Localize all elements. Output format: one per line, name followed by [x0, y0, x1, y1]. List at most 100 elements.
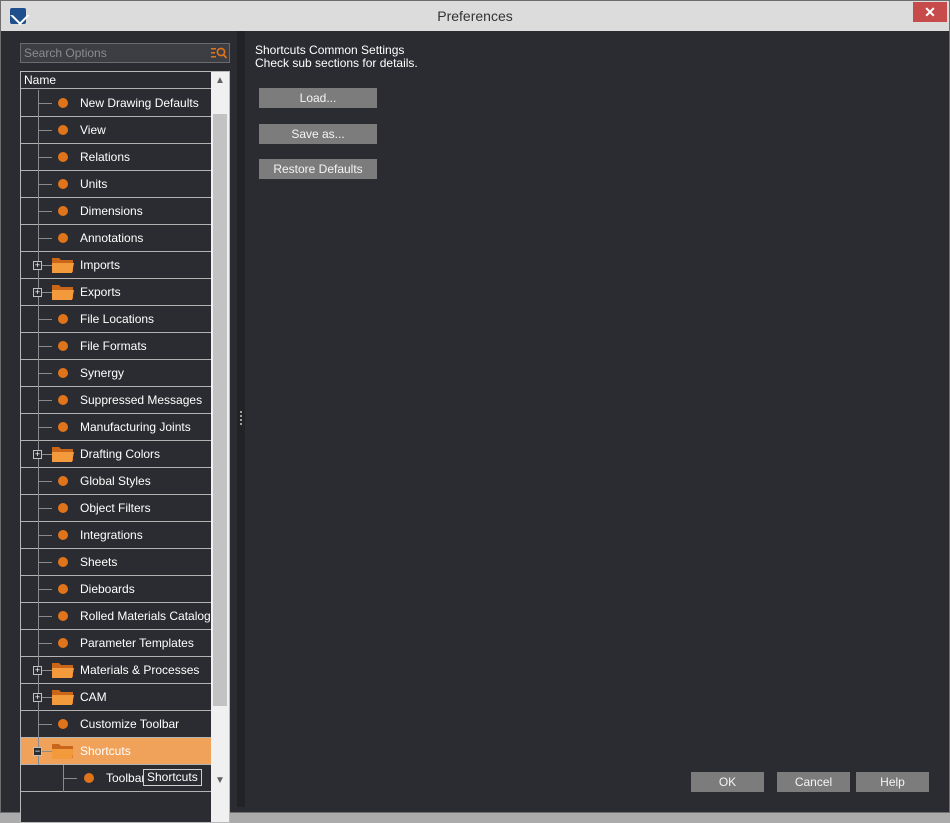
scroll-thumb[interactable]	[213, 114, 227, 706]
tree-item[interactable]: Object Filters	[21, 495, 211, 522]
tree-item[interactable]: Dimensions	[21, 198, 211, 225]
tree-item[interactable]: Dieboards	[21, 576, 211, 603]
cancel-button[interactable]: Cancel	[777, 772, 850, 792]
tree-item[interactable]: + Imports	[21, 252, 211, 279]
tree-item[interactable]: Rolled Materials Catalog	[21, 603, 211, 630]
tree-item-label: Dimensions	[80, 204, 143, 218]
options-tree[interactable]: Name New Drawing Defaults View Relations Un…	[20, 71, 230, 823]
option-dot-icon	[58, 98, 68, 108]
scroll-down-icon[interactable]: ▼	[211, 772, 229, 789]
tree-connector-line	[38, 319, 52, 320]
tree-item[interactable]: + Drafting Colors	[21, 441, 211, 468]
tree-scrollbar[interactable]: ▲ ▼	[211, 72, 229, 822]
tree-item-label: Suppressed Messages	[80, 393, 203, 407]
option-dot-icon	[58, 395, 68, 405]
ok-button[interactable]: OK	[691, 772, 764, 792]
section-title: Shortcuts Common Settings	[255, 43, 405, 57]
folder-icon	[52, 690, 74, 705]
tree-connector-line	[38, 616, 52, 617]
tree-item[interactable]: Relations	[21, 144, 211, 171]
folder-icon	[52, 447, 74, 462]
tree-item[interactable]: Annotations	[21, 225, 211, 252]
expand-icon[interactable]: +	[33, 261, 42, 270]
help-button[interactable]: Help	[856, 772, 929, 792]
tree-item[interactable]: + Materials & Processes	[21, 657, 211, 684]
option-dot-icon	[58, 314, 68, 324]
tree-item[interactable]: File Locations	[21, 306, 211, 333]
tree-connector-line	[38, 157, 52, 158]
tree-item-label: Rolled Materials Catalog	[80, 609, 211, 623]
panel-splitter[interactable]	[237, 31, 245, 807]
option-dot-icon	[58, 584, 68, 594]
tree-item-label: Shortcuts	[80, 744, 131, 758]
option-dot-icon	[58, 503, 68, 513]
tree-item-label: Customize Toolbar	[80, 717, 180, 731]
preferences-window: Preferences ✕ Name New Drawing Defaults V…	[0, 0, 950, 823]
tooltip: Shortcuts	[143, 769, 202, 786]
tree-item[interactable]: Sheets	[21, 549, 211, 576]
expand-icon[interactable]: +	[33, 288, 42, 297]
tree-item-label: Dieboards	[80, 582, 135, 596]
tree-connector-line	[38, 535, 52, 536]
tree-item[interactable]: Suppressed Messages	[21, 387, 211, 414]
tree-item[interactable]: Global Styles	[21, 468, 211, 495]
load-button[interactable]: Load...	[259, 88, 377, 108]
tree-item-label: Drafting Colors	[80, 447, 161, 461]
tree-item[interactable]: Customize Toolbar	[21, 711, 211, 738]
expand-icon[interactable]: +	[33, 450, 42, 459]
tree-item[interactable]: New Drawing Defaults	[21, 90, 211, 117]
save-as-button[interactable]: Save as...	[259, 124, 377, 144]
tree-item-label: Sheets	[80, 555, 118, 569]
expand-icon[interactable]: +	[33, 693, 42, 702]
tree-item[interactable]: Synergy	[21, 360, 211, 387]
search-options-icon[interactable]	[211, 46, 227, 60]
tree-column-header[interactable]: Name	[21, 72, 213, 89]
tree-item-label: Synergy	[80, 366, 125, 380]
tree-item-label: New Drawing Defaults	[80, 96, 199, 110]
tree-item[interactable]: + Exports	[21, 279, 211, 306]
splitter-grip-icon	[240, 411, 242, 427]
tree-connector-line	[38, 211, 52, 212]
collapse-icon[interactable]: −	[33, 747, 42, 756]
tree-item[interactable]: − Shortcuts	[21, 738, 211, 765]
tree-connector-line	[38, 508, 52, 509]
tree-item[interactable]: Units	[21, 171, 211, 198]
tree-item[interactable]: Parameter Templates	[21, 630, 211, 657]
tree-item[interactable]: Integrations	[21, 522, 211, 549]
tree-item[interactable]: View	[21, 117, 211, 144]
option-dot-icon	[58, 611, 68, 621]
tree-connector-line	[38, 103, 52, 104]
tree-item[interactable]: + CAM	[21, 684, 211, 711]
restore-defaults-button[interactable]: Restore Defaults	[259, 159, 377, 179]
tree-item-label: Materials & Processes	[80, 663, 200, 677]
tree-item[interactable]: Manufacturing Joints	[21, 414, 211, 441]
option-dot-icon	[58, 638, 68, 648]
option-dot-icon	[58, 476, 68, 486]
close-button[interactable]: ✕	[913, 2, 947, 22]
option-dot-icon	[58, 719, 68, 729]
tree-item-label: Integrations	[80, 528, 143, 542]
tree-item-label: Relations	[80, 150, 131, 164]
tree-connector-line	[38, 481, 52, 482]
tree-item-label: CAM	[80, 690, 107, 704]
title-bar[interactable]: Preferences ✕	[1, 1, 949, 31]
tree-item[interactable]: File Formats	[21, 333, 211, 360]
tree-item[interactable]: Toolbar Shortcuts	[21, 765, 211, 792]
option-dot-icon	[58, 557, 68, 567]
option-dot-icon	[58, 206, 68, 216]
tree-item-label: Units	[80, 177, 108, 191]
tree-connector-line	[38, 373, 52, 374]
tree-item-label: Imports	[80, 258, 121, 272]
tree-connector-line	[38, 427, 52, 428]
folder-icon	[52, 663, 74, 678]
search-input[interactable]	[24, 45, 204, 61]
scroll-up-icon[interactable]: ▲	[211, 72, 229, 89]
folder-icon	[52, 285, 74, 300]
search-box[interactable]	[20, 43, 230, 63]
section-subtitle: Check sub sections for details.	[255, 56, 418, 70]
expand-icon[interactable]: +	[33, 666, 42, 675]
option-dot-icon	[58, 179, 68, 189]
tree-item-label: Parameter Templates	[80, 636, 194, 650]
option-dot-icon	[58, 530, 68, 540]
tree-connector-line	[38, 589, 52, 590]
